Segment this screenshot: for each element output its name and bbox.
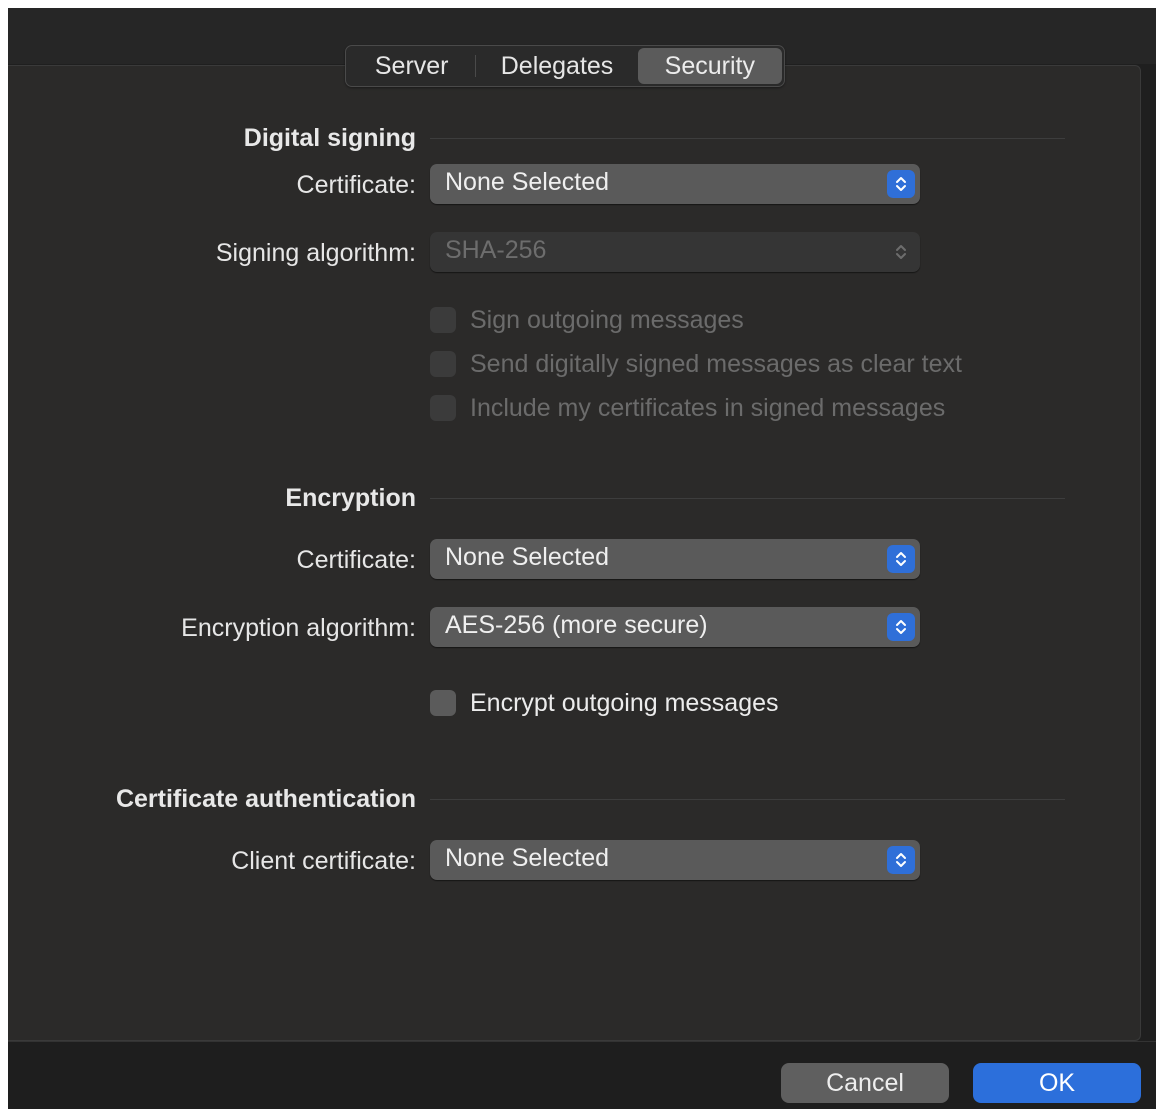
section-separator [430,799,1065,800]
sign-outgoing-checkbox[interactable] [430,307,456,333]
tab-delegates[interactable]: Delegates [476,48,637,84]
chevron-up-down-icon [887,613,915,641]
encryption-heading: Encryption [285,484,416,512]
section-separator [430,138,1065,139]
signing-algorithm-popup[interactable]: SHA-256 [430,232,920,272]
signing-algorithm-label: Signing algorithm: [215,239,416,267]
ok-button[interactable]: OK [973,1063,1141,1103]
sign-outgoing-label: Sign outgoing messages [470,305,744,334]
section-separator [430,498,1065,499]
include-certificates-option[interactable]: Include my certificates in signed messag… [430,393,945,423]
encryption-certificate-value: None Selected [445,543,610,571]
client-certificate-popup[interactable]: None Selected [430,840,920,880]
digital-signing-heading: Digital signing [243,124,416,152]
encryption-certificate-popup[interactable]: None Selected [430,539,920,579]
encrypt-outgoing-label: Encrypt outgoing messages [470,688,779,717]
tab-security[interactable]: Security [637,48,782,84]
sign-outgoing-option[interactable]: Sign outgoing messages [430,305,744,335]
encryption-algorithm-value: AES-256 (more secure) [445,611,708,639]
encrypt-outgoing-checkbox[interactable] [430,690,456,716]
tab-server[interactable]: Server [348,48,475,84]
include-certificates-label: Include my certificates in signed messag… [470,393,946,422]
cancel-button[interactable]: Cancel [781,1063,949,1103]
signing-certificate-popup[interactable]: None Selected [430,164,920,204]
encryption-algorithm-label: Encryption algorithm: [181,614,416,642]
clear-text-label: Send digitally signed messages as clear … [470,349,962,378]
signing-certificate-label: Certificate: [296,171,416,199]
client-certificate-label: Client certificate: [231,847,416,875]
certificate-authentication-heading: Certificate authentication [115,785,416,813]
encryption-algorithm-popup[interactable]: AES-256 (more secure) [430,607,920,647]
client-certificate-value: None Selected [445,844,610,872]
chevron-up-down-icon [887,238,915,266]
encryption-certificate-label: Certificate: [296,546,416,574]
tab-bar: Server Delegates Security [345,45,785,87]
chevron-up-down-icon [887,170,915,198]
clear-text-option[interactable]: Send digitally signed messages as clear … [430,349,962,379]
signing-certificate-value: None Selected [445,168,610,196]
include-certificates-checkbox[interactable] [430,395,456,421]
clear-text-checkbox[interactable] [430,351,456,377]
signing-algorithm-value: SHA-256 [445,236,547,264]
chevron-up-down-icon [887,846,915,874]
encrypt-outgoing-option[interactable]: Encrypt outgoing messages [430,688,779,718]
chevron-up-down-icon [887,545,915,573]
